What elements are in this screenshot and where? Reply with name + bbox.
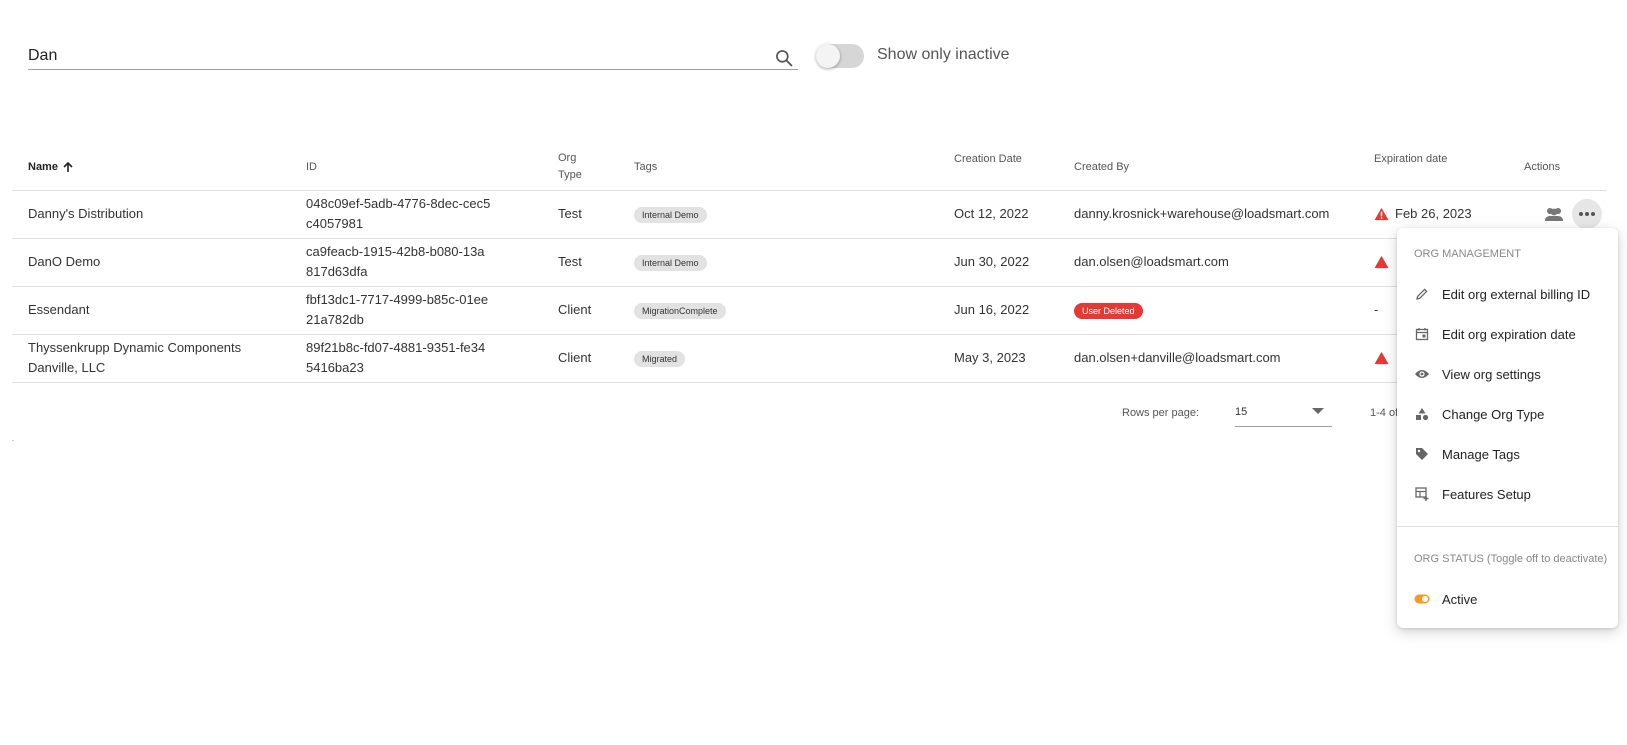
cell-name: DanO Demo xyxy=(12,238,306,287)
show-inactive-toggle[interactable] xyxy=(816,42,866,70)
table-row[interactable]: Danny's Distribution 048c09ef-5adb-4776-… xyxy=(12,190,1606,239)
cell-created-by: dan.olsen+danville@loadsmart.com xyxy=(1074,334,1374,383)
menu-item-label: Features Setup xyxy=(1442,486,1531,502)
show-inactive-label: Show only inactive xyxy=(877,46,1010,63)
cell-org-type: Test xyxy=(558,190,634,239)
dropdown-caret-icon xyxy=(1312,408,1324,414)
more-horizontal-icon xyxy=(1579,212,1595,216)
warning-icon xyxy=(1374,255,1389,269)
id-text: 89f21b8c-fd07-4881-9351-fe345416ba23 xyxy=(306,340,486,375)
cell-created-by: danny.krosnick+warehouse@loadsmart.com xyxy=(1074,190,1374,239)
cell-created-by: User Deleted xyxy=(1074,286,1374,335)
cell-created-by: dan.olsen@loadsmart.com xyxy=(1074,238,1374,287)
menu-item-edit-billing-id[interactable]: Edit org external billing ID xyxy=(1397,274,1618,314)
eye-icon xyxy=(1414,366,1430,382)
column-header-creation-date[interactable]: Creation Date xyxy=(954,145,1074,191)
toggle-on-icon xyxy=(1414,591,1430,607)
cell-org-type: Client xyxy=(558,286,634,335)
column-header-expiration-date[interactable]: Expiration date xyxy=(1374,145,1524,191)
cell-name: Thyssenkrupp Dynamic Components Danville… xyxy=(12,334,306,383)
cell-name: Danny's Distribution xyxy=(12,190,306,239)
menu-item-label: Edit org expiration date xyxy=(1442,326,1576,342)
users-icon[interactable] xyxy=(1544,206,1564,222)
column-header-name-label: Name xyxy=(28,160,58,173)
divider-mark xyxy=(12,440,14,441)
sort-arrow-up-icon xyxy=(63,162,73,173)
column-header-name[interactable]: Name xyxy=(12,145,306,191)
menu-item-label: View org settings xyxy=(1442,366,1541,382)
cell-name: Essendant xyxy=(12,286,306,335)
tag-icon xyxy=(1414,446,1430,462)
menu-item-label: Manage Tags xyxy=(1442,446,1520,462)
tag-badge: Internal Demo xyxy=(634,207,707,223)
toggle-knob xyxy=(816,44,840,68)
cell-tags: Internal Demo xyxy=(634,190,954,239)
search-bar xyxy=(28,40,798,70)
tag-badge: MigrationComplete xyxy=(634,303,726,319)
column-header-org-type[interactable]: Org Type xyxy=(558,145,634,191)
menu-item-features-setup[interactable]: Features Setup xyxy=(1397,474,1618,514)
cell-creation-date: May 3, 2023 xyxy=(954,334,1074,383)
table-header-row: Name ID Org Type Tags Creation Date Crea… xyxy=(12,145,1606,191)
table-add-icon xyxy=(1414,486,1430,502)
search-input[interactable] xyxy=(28,40,728,68)
column-header-created-by[interactable]: Created By xyxy=(1074,145,1374,191)
column-header-tags: Tags xyxy=(634,145,954,191)
menu-item-change-org-type[interactable]: Change Org Type xyxy=(1397,394,1618,434)
tag-badge: Internal Demo xyxy=(634,255,707,271)
more-actions-button[interactable] xyxy=(1572,199,1602,229)
shapes-icon xyxy=(1414,406,1430,422)
cell-id: fbf13dc1-7717-4999-b85c-01ee21a782db xyxy=(306,286,558,335)
menu-item-manage-tags[interactable]: Manage Tags xyxy=(1397,434,1618,474)
cell-id: 048c09ef-5adb-4776-8dec-cec5c4057981 xyxy=(306,190,558,239)
id-text: 048c09ef-5adb-4776-8dec-cec5c4057981 xyxy=(306,196,491,231)
id-text: fbf13dc1-7717-4999-b85c-01ee21a782db xyxy=(306,292,489,327)
menu-item-label: Active xyxy=(1442,591,1478,607)
cell-org-type: Client xyxy=(558,334,634,383)
menu-section-org-status: ORG STATUS (Toggle off to deactivate) xyxy=(1414,553,1608,565)
menu-item-edit-expiration[interactable]: Edit org expiration date xyxy=(1397,314,1618,354)
id-text: ca9feacb-1915-42b8-b080-13a817d63dfa xyxy=(306,244,485,279)
menu-section-org-management: ORG MANAGEMENT xyxy=(1414,248,1521,260)
menu-item-label: Change Org Type xyxy=(1442,406,1545,422)
column-header-id[interactable]: ID xyxy=(306,145,558,191)
cell-tags: MigrationComplete xyxy=(634,286,954,335)
tag-badge: Migrated xyxy=(634,351,686,367)
column-header-actions: Actions xyxy=(1524,145,1606,191)
search-icon[interactable] xyxy=(774,48,794,68)
cell-org-type: Test xyxy=(558,238,634,287)
column-header-org-type-line1: Org xyxy=(558,152,577,165)
rows-per-page-label: Rows per page: xyxy=(1122,407,1200,419)
table-row[interactable]: DanO Demo ca9feacb-1915-42b8-b080-13a817… xyxy=(12,238,1606,287)
pagination-range: 1-4 of xyxy=(1370,407,1399,419)
pencil-icon xyxy=(1414,286,1430,302)
rows-per-page-value: 15 xyxy=(1235,406,1248,418)
cell-creation-date: Oct 12, 2022 xyxy=(954,190,1074,239)
warning-icon xyxy=(1374,351,1389,365)
table-row[interactable]: Thyssenkrupp Dynamic Components Danville… xyxy=(12,334,1606,383)
menu-item-active-toggle[interactable]: Active xyxy=(1397,579,1618,619)
cell-creation-date: Jun 30, 2022 xyxy=(954,238,1074,287)
table-row[interactable]: Essendant fbf13dc1-7717-4999-b85c-01ee21… xyxy=(12,286,1606,335)
menu-item-view-settings[interactable]: View org settings xyxy=(1397,354,1618,394)
cell-creation-date: Jun 16, 2022 xyxy=(954,286,1074,335)
cell-tags: Migrated xyxy=(634,334,954,383)
cell-id: 89f21b8c-fd07-4881-9351-fe345416ba23 xyxy=(306,334,558,383)
expiration-date-text: Feb 26, 2023 xyxy=(1395,206,1472,221)
orgs-table: Name ID Org Type Tags Creation Date Crea… xyxy=(12,145,1606,383)
calendar-icon xyxy=(1414,326,1430,342)
menu-divider xyxy=(1397,526,1618,527)
org-actions-menu: ORG MANAGEMENT Edit org external billing… xyxy=(1397,228,1618,628)
cell-id: ca9feacb-1915-42b8-b080-13a817d63dfa xyxy=(306,238,558,287)
user-deleted-badge: User Deleted xyxy=(1074,303,1143,319)
column-header-org-type-line2: Type xyxy=(558,169,582,182)
cell-tags: Internal Demo xyxy=(634,238,954,287)
menu-item-label: Edit org external billing ID xyxy=(1442,286,1591,302)
rows-per-page-select[interactable]: 15 xyxy=(1235,398,1332,427)
warning-icon xyxy=(1374,207,1389,221)
